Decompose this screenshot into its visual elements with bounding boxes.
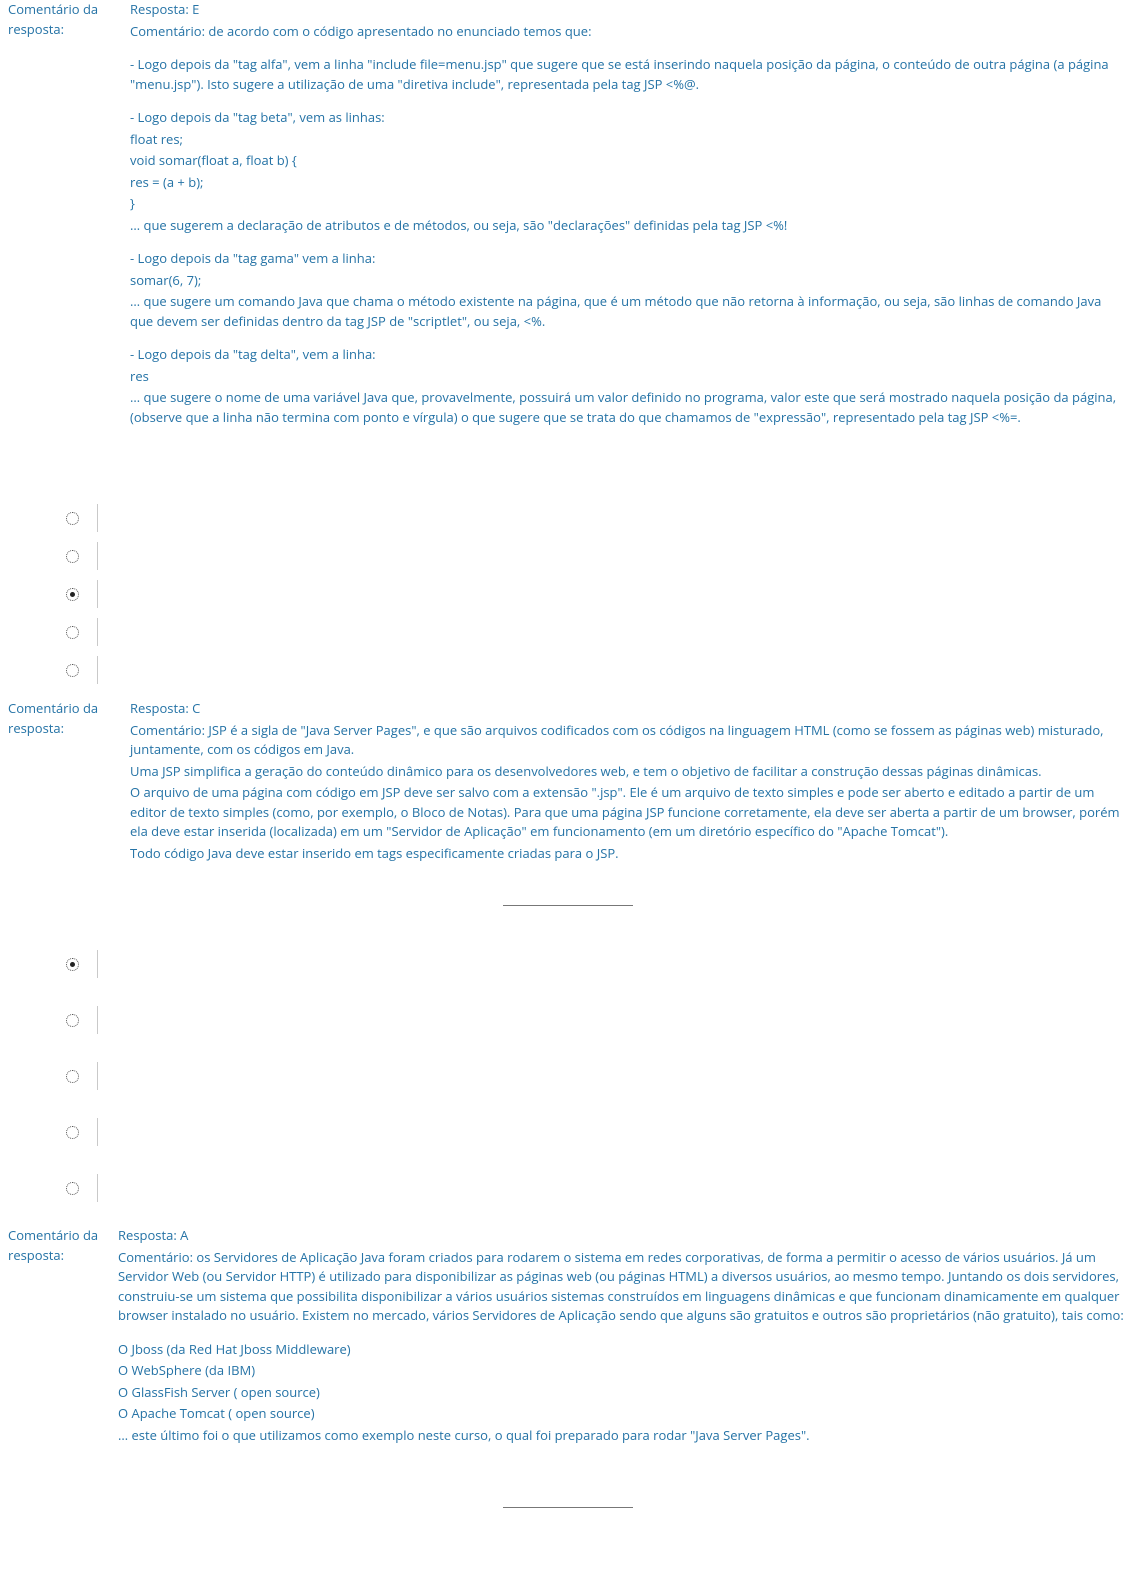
q3-p1: Comentário: os Servidores de Aplicação J… — [118, 1248, 1127, 1326]
q1-beta-head: - Logo depois da "tag beta", vem as linh… — [130, 108, 1127, 128]
option-separator — [97, 1174, 98, 1202]
radio-icon[interactable] — [66, 1182, 79, 1195]
q2-answer-line: Resposta: C — [130, 699, 1127, 719]
q3-li3: O GlassFish Server ( open source) — [118, 1383, 1127, 1403]
q1-beta-l4: } — [130, 194, 1127, 214]
q1-comment-content: Resposta: E Comentário: de acordo com o … — [130, 0, 1127, 429]
q2-comment-row: Comentário da resposta: Resposta: C Come… — [8, 699, 1127, 865]
q1-answer-line: Resposta: E — [130, 0, 1127, 20]
q2-option-2[interactable] — [66, 575, 1127, 613]
q1-intro: Comentário: de acordo com o código apres… — [130, 22, 1127, 42]
option-separator — [97, 542, 98, 570]
q1-comment-row: Comentário da resposta: Resposta: E Come… — [8, 0, 1127, 429]
option-separator — [97, 1118, 98, 1146]
radio-icon[interactable] — [66, 958, 79, 971]
q1-gama-tail: … que sugere um comando Java que chama o… — [130, 292, 1127, 331]
radio-icon[interactable] — [66, 664, 79, 677]
radio-icon[interactable] — [66, 626, 79, 639]
option-separator — [97, 580, 98, 608]
q2-option-4[interactable] — [66, 651, 1127, 689]
divider — [503, 905, 633, 906]
option-separator — [97, 504, 98, 532]
q2-comment-content: Resposta: C Comentário: JSP é a sigla de… — [130, 699, 1127, 865]
q1-delta-l1: res — [130, 367, 1127, 387]
q3-answer-line: Resposta: A — [118, 1226, 1127, 1246]
q2-p3: O arquivo de uma página com código em JS… — [130, 783, 1127, 842]
q3-comment-row: Comentário da resposta: Resposta: A Come… — [8, 1226, 1127, 1447]
q3-option-4[interactable] — [66, 1160, 1127, 1216]
q1-beta-l1: float res; — [130, 130, 1127, 150]
q3-option-3[interactable] — [66, 1104, 1127, 1160]
q2-comment-label: Comentário da resposta: — [8, 699, 130, 738]
radio-icon[interactable] — [66, 588, 79, 601]
q3-option-0[interactable] — [66, 936, 1127, 992]
q2-p1: Comentário: JSP é a sigla de "Java Serve… — [130, 721, 1127, 760]
option-separator — [97, 950, 98, 978]
q2-option-0[interactable] — [66, 499, 1127, 537]
q1-delta-tail: … que sugere o nome de uma variável Java… — [130, 388, 1127, 427]
q1-beta-l3: res = (a + b); — [130, 173, 1127, 193]
radio-icon[interactable] — [66, 1070, 79, 1083]
q2-option-1[interactable] — [66, 537, 1127, 575]
q3-li2: O WebSphere (da IBM) — [118, 1361, 1127, 1381]
q1-gama-l1: somar(6, 7); — [130, 271, 1127, 291]
q1-beta-tail: … que sugerem a declaração de atributos … — [130, 216, 1127, 236]
option-separator — [97, 1006, 98, 1034]
q3-tail: … este último foi o que utilizamos como … — [118, 1426, 1127, 1446]
q2-options — [8, 499, 1127, 689]
q3-options — [8, 936, 1127, 1216]
q2-p4: Todo código Java deve estar inserido em … — [130, 844, 1127, 864]
radio-icon[interactable] — [66, 550, 79, 563]
q3-comment-content: Resposta: A Comentário: os Servidores de… — [118, 1226, 1127, 1447]
q3-option-1[interactable] — [66, 992, 1127, 1048]
option-separator — [97, 1062, 98, 1090]
q3-li1: O Jboss (da Red Hat Jboss Middleware) — [118, 1340, 1127, 1360]
option-separator — [97, 618, 98, 646]
radio-icon[interactable] — [66, 1014, 79, 1027]
q1-alfa: - Logo depois da "tag alfa", vem a linha… — [130, 55, 1127, 94]
q1-delta-head: - Logo depois da "tag delta", vem a linh… — [130, 345, 1127, 365]
q3-li4: O Apache Tomcat ( open source) — [118, 1404, 1127, 1424]
q1-comment-label: Comentário da resposta: — [8, 0, 130, 39]
divider — [503, 1507, 633, 1508]
radio-icon[interactable] — [66, 1126, 79, 1139]
q3-comment-label: Comentário da resposta: — [8, 1226, 118, 1265]
option-separator — [97, 656, 98, 684]
q2-p2: Uma JSP simplifica a geração do conteúdo… — [130, 762, 1127, 782]
q3-option-2[interactable] — [66, 1048, 1127, 1104]
radio-icon[interactable] — [66, 512, 79, 525]
q1-gama-head: - Logo depois da "tag gama" vem a linha: — [130, 249, 1127, 269]
q2-option-3[interactable] — [66, 613, 1127, 651]
q1-beta-l2: void somar(float a, float b) { — [130, 151, 1127, 171]
